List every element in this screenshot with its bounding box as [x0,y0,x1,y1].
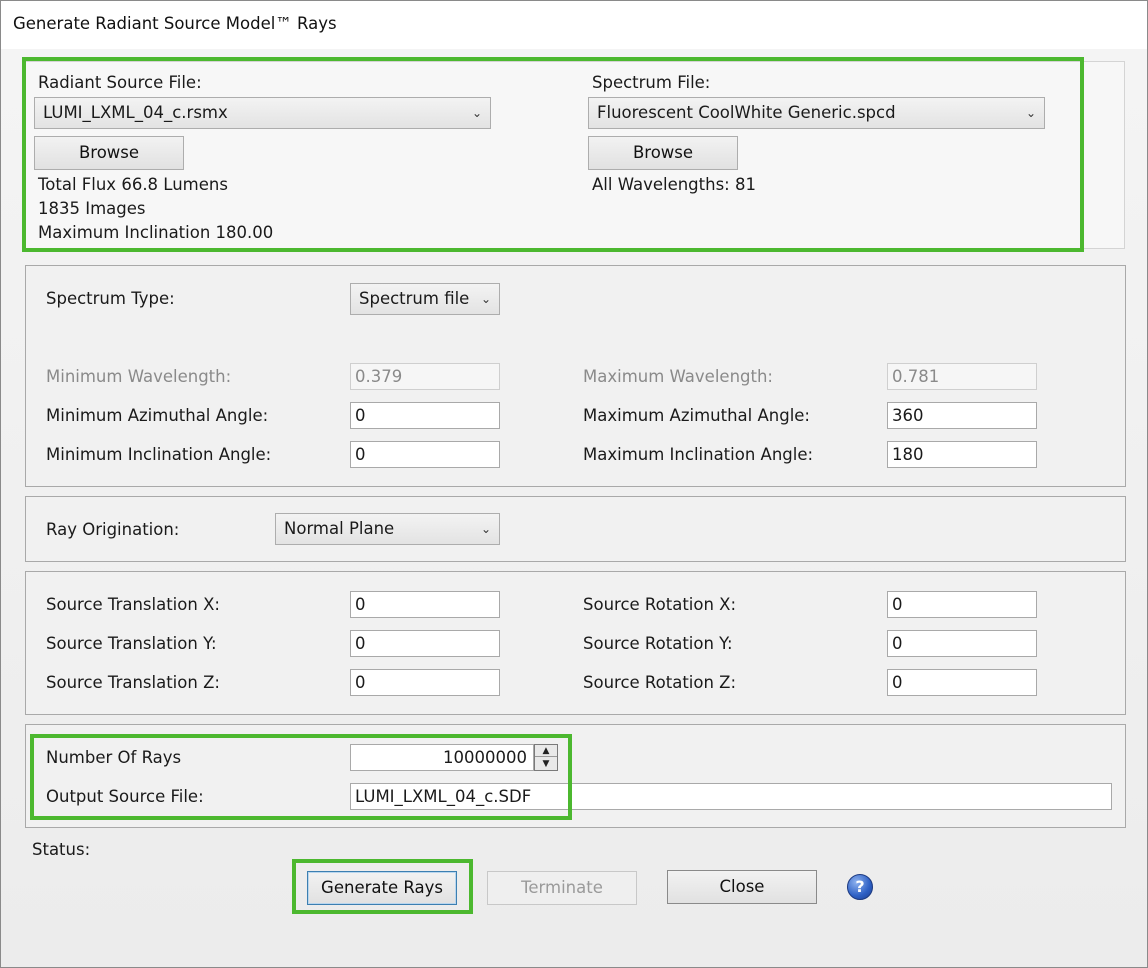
max-wavelength-field: 0.781 [887,363,1037,390]
chevron-down-icon: ⌄ [1025,106,1036,120]
chevron-down-icon: ⌄ [480,292,491,306]
rotation-z-label: Source Rotation Z: [583,673,737,692]
min-azimuth-field[interactable]: 0 [350,402,500,429]
min-wavelength-field: 0.379 [350,363,500,390]
spectrum-file-label: Spectrum File: [592,73,711,92]
translation-x-field[interactable]: 0 [350,591,500,618]
chevron-down-icon: ⌄ [471,106,482,120]
close-button[interactable]: Close [667,870,817,904]
translation-z-field[interactable]: 0 [350,669,500,696]
max-inclination-label: Maximum Inclination Angle: [583,445,814,464]
max-inclination-field[interactable]: 180 [887,441,1037,468]
min-inclination-label: Minimum Inclination Angle: [46,445,272,464]
translation-y-field[interactable]: 0 [350,630,500,657]
translation-z-label: Source Translation Z: [46,673,220,692]
spectrum-type-label: Spectrum Type: [46,289,175,308]
max-azimuth-label: Maximum Azimuthal Angle: [583,406,810,425]
rotation-x-field[interactable]: 0 [887,591,1037,618]
dialog-window: Generate Radiant Source Model™ Rays Radi… [0,0,1148,968]
max-inclination-text: Maximum Inclination 180.00 [38,223,274,242]
max-azimuth-field[interactable]: 360 [887,402,1037,429]
translation-y-label: Source Translation Y: [46,634,217,653]
min-wavelength-label: Minimum Wavelength: [46,367,232,386]
spectrum-file-value: Fluorescent CoolWhite Generic.spcd [597,103,896,122]
spectrum-file-dropdown[interactable]: Fluorescent CoolWhite Generic.spcd ⌄ [588,97,1045,129]
output-file-field[interactable]: LUMI_LXML_04_c.SDF [350,783,1112,810]
number-of-rays-field[interactable]: 10000000 [350,744,534,771]
ray-origination-group [25,496,1126,562]
rotation-y-label: Source Rotation Y: [583,634,733,653]
output-file-label: Output Source File: [46,787,204,806]
min-inclination-field[interactable]: 0 [350,441,500,468]
image-count-text: 1835 Images [38,199,146,218]
help-icon[interactable]: ? [847,874,873,900]
rotation-y-field[interactable]: 0 [887,630,1037,657]
spectrum-type-dropdown[interactable]: Spectrum file ⌄ [350,283,500,315]
rays-spinner[interactable]: ▲ ▼ [534,744,558,771]
chevron-down-icon: ⌄ [480,522,491,536]
status-label: Status: [32,840,91,859]
radiant-source-dropdown[interactable]: LUMI_LXML_04_c.rsmx ⌄ [34,97,491,129]
ray-origination-value: Normal Plane [284,519,395,538]
min-azimuth-label: Minimum Azimuthal Angle: [46,406,269,425]
rotation-z-field[interactable]: 0 [887,669,1037,696]
spectrum-browse-button[interactable]: Browse [588,136,738,170]
radiant-browse-button[interactable]: Browse [34,136,184,170]
spin-down-icon[interactable]: ▼ [535,758,557,770]
spectrum-type-value: Spectrum file [359,289,470,308]
window-title: Generate Radiant Source Model™ Rays [13,14,337,33]
ray-origination-dropdown[interactable]: Normal Plane ⌄ [275,513,500,545]
translation-x-label: Source Translation X: [46,595,220,614]
radiant-source-value: LUMI_LXML_04_c.rsmx [43,103,228,122]
output-group [25,724,1126,828]
radiant-source-label: Radiant Source File: [38,73,202,92]
ray-origination-label: Ray Origination: [46,520,180,539]
generate-rays-button[interactable]: Generate Rays [307,871,457,905]
terminate-button: Terminate [487,871,637,905]
wavelengths-text: All Wavelengths: 81 [592,175,756,194]
rotation-x-label: Source Rotation X: [583,595,737,614]
number-of-rays-label: Number Of Rays [46,748,182,767]
spin-up-icon[interactable]: ▲ [535,745,557,757]
total-flux-text: Total Flux 66.8 Lumens [38,175,228,194]
max-wavelength-label: Maximum Wavelength: [583,367,773,386]
